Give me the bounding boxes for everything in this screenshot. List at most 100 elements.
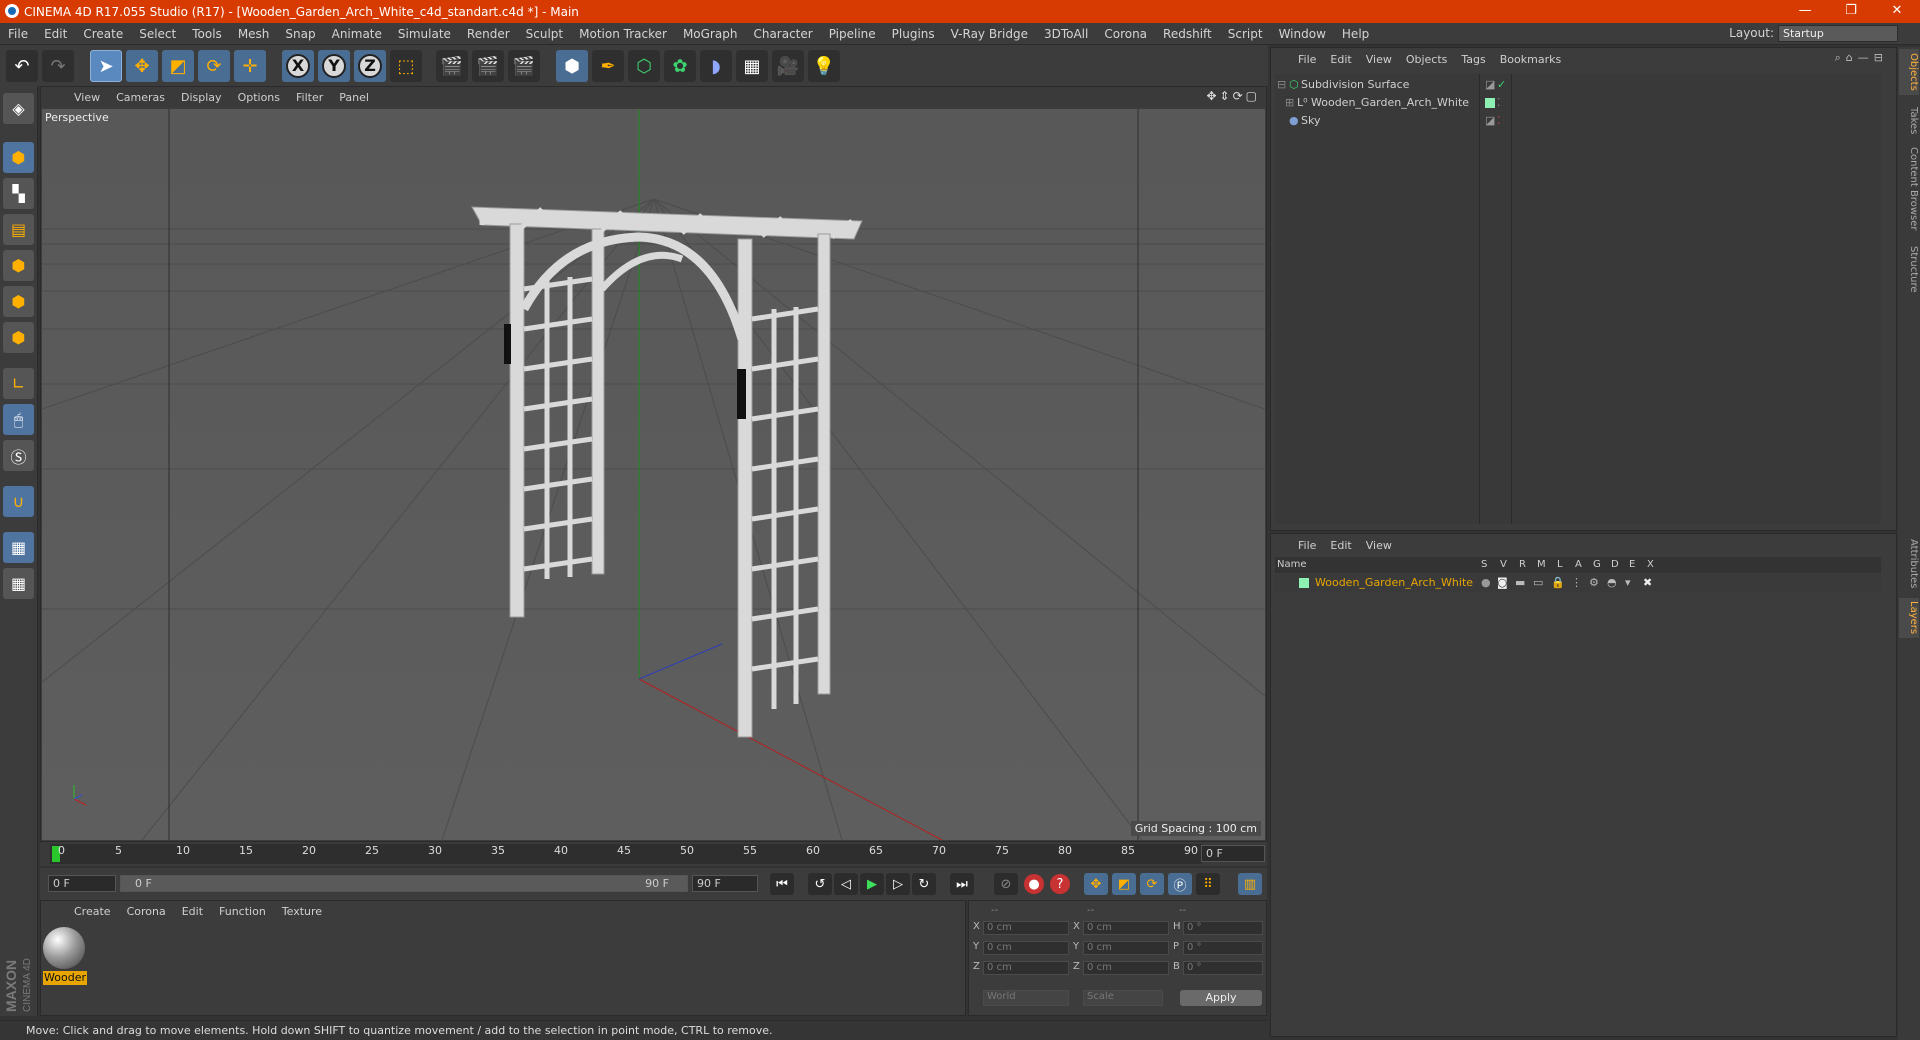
- size-mode-select[interactable]: Scale: [1083, 990, 1163, 1006]
- object-manager-tool-icons[interactable]: ⌕⌂—⊟: [1835, 51, 1888, 65]
- obj-menu-view[interactable]: View: [1359, 53, 1399, 66]
- menu-sculpt[interactable]: Sculpt: [518, 27, 571, 41]
- polygons-mode-button[interactable]: ⬢: [3, 322, 34, 353]
- menu-animate[interactable]: Animate: [324, 27, 390, 41]
- record-button[interactable]: ●: [1024, 874, 1044, 894]
- add-deformer-button[interactable]: ◗: [700, 50, 732, 82]
- workplane-mode-button[interactable]: ▤: [3, 214, 34, 245]
- viewport-menu-cameras[interactable]: Cameras: [108, 91, 173, 104]
- motion-record-button[interactable]: ⊘: [994, 873, 1018, 895]
- mat-menu-function[interactable]: Function: [211, 905, 274, 918]
- enabled-check-icon[interactable]: ✓: [1497, 76, 1506, 94]
- pos-x-field[interactable]: 0 cm: [983, 921, 1069, 935]
- key-pla-button[interactable]: ⠿: [1196, 873, 1220, 895]
- obj-menu-bookmarks[interactable]: Bookmarks: [1493, 53, 1568, 66]
- expand-icon[interactable]: ⊞: [1285, 94, 1294, 112]
- menu-help[interactable]: Help: [1334, 27, 1377, 41]
- recent-tools-button[interactable]: ✛: [234, 50, 266, 82]
- next-key-button[interactable]: ↻: [912, 873, 936, 895]
- tab-layers[interactable]: Layers: [1899, 598, 1919, 638]
- z-axis-lock-button[interactable]: Z: [354, 50, 386, 82]
- mat-menu-texture[interactable]: Texture: [274, 905, 330, 918]
- menu-pipeline[interactable]: Pipeline: [821, 27, 884, 41]
- restore-button[interactable]: ❐: [1828, 0, 1874, 23]
- menu-corona[interactable]: Corona: [1096, 27, 1155, 41]
- timeline-ruler[interactable]: 0 5 10 15 20 25 30 35 40 45 50 55 60 65 …: [50, 844, 1202, 864]
- play-button[interactable]: ▶: [860, 873, 884, 895]
- layer-toggle-icon[interactable]: ◪: [1485, 76, 1495, 94]
- previous-frame-button[interactable]: ◁: [834, 873, 858, 895]
- material-name[interactable]: Wooder: [43, 971, 87, 985]
- model-mode-button[interactable]: ⬢: [3, 142, 34, 173]
- layer-row[interactable]: Wooden_Garden_Arch_White ● ◙ ▬ ▭ 🔒 ⋮ ⚙ ◓…: [1275, 574, 1881, 592]
- texture-mode-button[interactable]: ▚: [3, 178, 34, 209]
- rot-p-field[interactable]: 0 °: [1183, 941, 1263, 955]
- generator-icon[interactable]: ⚙: [1589, 574, 1599, 592]
- menu-mesh[interactable]: Mesh: [230, 27, 278, 41]
- tab-objects[interactable]: Objects: [1899, 49, 1919, 95]
- menu-vray-bridge[interactable]: V-Ray Bridge: [943, 27, 1036, 41]
- deformer-icon[interactable]: ◓: [1607, 574, 1617, 592]
- key-scale-button[interactable]: ◩: [1112, 873, 1136, 895]
- rotate-tool-button[interactable]: ⟳: [198, 50, 230, 82]
- x-axis-lock-button[interactable]: X: [282, 50, 314, 82]
- solo-dot-icon[interactable]: ●: [1481, 574, 1491, 592]
- mat-menu-corona[interactable]: Corona: [119, 905, 174, 918]
- live-selection-button[interactable]: ➤: [90, 50, 122, 82]
- add-subdivision-button[interactable]: ⬡: [628, 50, 660, 82]
- apply-button[interactable]: Apply: [1180, 990, 1262, 1006]
- go-to-end-button[interactable]: ⏭: [950, 873, 974, 895]
- layer-menu-file[interactable]: File: [1291, 539, 1323, 552]
- menu-select[interactable]: Select: [131, 27, 184, 41]
- perspective-viewport[interactable]: Perspective Grid Spacing : 100 cm: [42, 109, 1265, 840]
- viewport-menu-view[interactable]: View: [66, 91, 108, 104]
- frame-range-slider[interactable]: 0 F 90 F: [120, 875, 688, 892]
- layer-color-swatch[interactable]: [1299, 578, 1309, 588]
- close-button[interactable]: ✕: [1874, 0, 1920, 23]
- current-frame-field[interactable]: 0 F: [1201, 845, 1265, 862]
- y-axis-lock-button[interactable]: Y: [318, 50, 350, 82]
- menu-window[interactable]: Window: [1271, 27, 1334, 41]
- lock-icon[interactable]: 🔒: [1551, 574, 1565, 592]
- menu-3dtoall[interactable]: 3DToAll: [1036, 27, 1096, 41]
- obj-menu-edit[interactable]: Edit: [1323, 53, 1358, 66]
- menu-render[interactable]: Render: [459, 27, 518, 41]
- workplane-align-button[interactable]: ▦: [3, 568, 34, 599]
- go-to-start-button[interactable]: ⏮: [770, 873, 794, 895]
- render-picture-viewer-button[interactable]: 🎬: [472, 50, 504, 82]
- axis-mode-button[interactable]: ∟: [3, 368, 34, 399]
- object-row[interactable]: ⊞ L⁰ Wooden_Garden_Arch_White ⁚: [1275, 94, 1881, 112]
- redo-button[interactable]: ↷: [42, 50, 74, 82]
- size-z-field[interactable]: 0 cm: [1083, 961, 1169, 975]
- tweak-mode-button[interactable]: 🖱: [3, 404, 34, 435]
- add-pen-button[interactable]: ✒: [592, 50, 624, 82]
- scale-tool-button[interactable]: ◩: [162, 50, 194, 82]
- menu-snap[interactable]: Snap: [277, 27, 323, 41]
- mat-menu-create[interactable]: Create: [66, 905, 119, 918]
- key-position-button[interactable]: ✥: [1084, 873, 1108, 895]
- xref-icon[interactable]: ✖: [1643, 574, 1652, 592]
- manager-icon[interactable]: ▭: [1533, 574, 1543, 592]
- menu-simulate[interactable]: Simulate: [390, 27, 459, 41]
- coordinate-system-button[interactable]: ⬚: [390, 50, 422, 82]
- add-light-button[interactable]: 💡: [808, 50, 840, 82]
- timeline-window-button[interactable]: ▥: [1238, 873, 1262, 895]
- add-camera-button[interactable]: 🎥: [772, 50, 804, 82]
- layer-menu-view[interactable]: View: [1359, 539, 1399, 552]
- make-editable-button[interactable]: ◈: [3, 93, 34, 124]
- add-cube-button[interactable]: ⬢: [556, 50, 588, 82]
- end-frame-field[interactable]: 90 F: [692, 875, 758, 892]
- size-y-field[interactable]: 0 cm: [1083, 941, 1169, 955]
- lock-workplane-button[interactable]: ▦: [3, 532, 34, 563]
- magnet-button[interactable]: ∪: [3, 486, 34, 517]
- menu-plugins[interactable]: Plugins: [884, 27, 943, 41]
- layout-select[interactable]: Startup: [1778, 25, 1898, 42]
- viewport-menu-display[interactable]: Display: [173, 91, 230, 104]
- visible-eye-icon[interactable]: ◙: [1497, 574, 1508, 592]
- render-view-button[interactable]: 🎬: [436, 50, 468, 82]
- viewport-menu-panel[interactable]: Panel: [331, 91, 377, 104]
- key-parameter-button[interactable]: Ⓟ: [1168, 873, 1192, 895]
- layer-menu-edit[interactable]: Edit: [1323, 539, 1358, 552]
- tab-structure[interactable]: Structure: [1899, 241, 1919, 297]
- viewport-menu-options[interactable]: Options: [230, 91, 288, 104]
